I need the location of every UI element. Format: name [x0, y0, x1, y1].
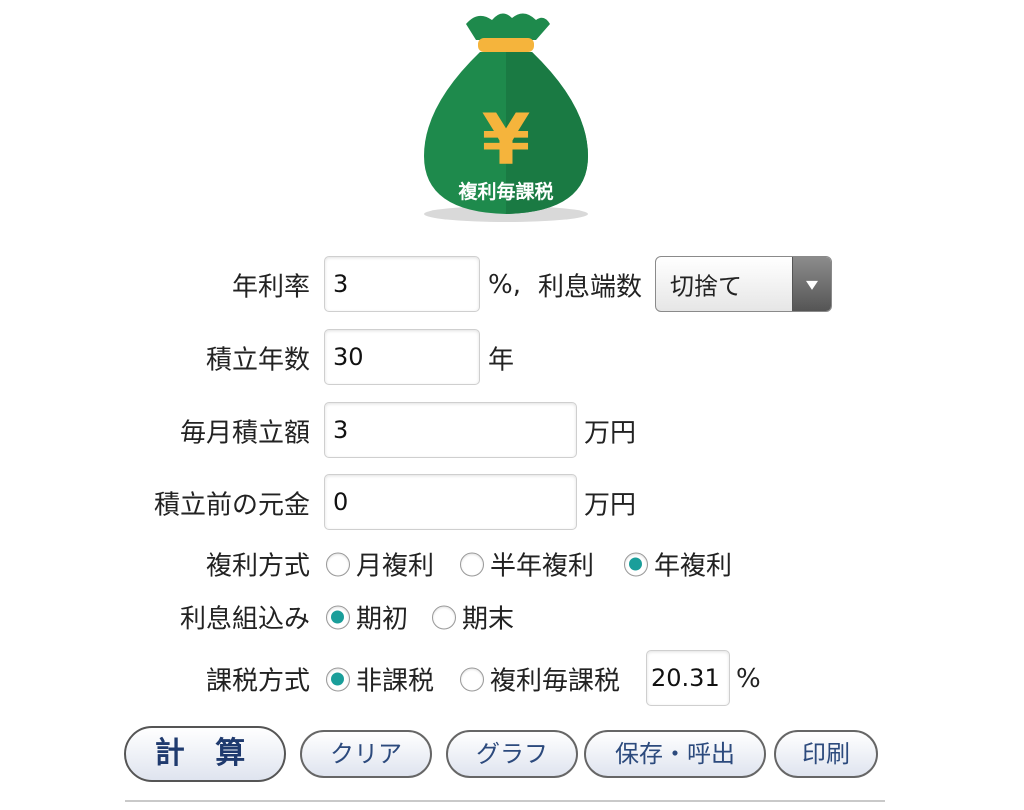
monthly-input[interactable]: 3 — [324, 402, 577, 458]
tax-label: 課税方式 — [205, 666, 310, 697]
tax-option-each[interactable]: 複利毎課税 — [460, 661, 620, 698]
compounding-row: 複利方式 月複利 半年複利 年複利 — [0, 535, 1024, 593]
rate-input[interactable]: 3 — [324, 256, 480, 312]
timing-label: 利息組込み — [179, 604, 310, 635]
radio-selected-icon[interactable] — [326, 605, 350, 629]
chevron-down-icon[interactable] — [792, 257, 831, 311]
radio-icon[interactable] — [460, 667, 484, 691]
save-load-button[interactable]: 保存・呼出 — [584, 730, 766, 778]
monthly-row: 毎月積立額 3 万円 — [0, 402, 1024, 460]
yen-symbol: ¥ — [482, 99, 531, 181]
rate-row: 年利率 3 %, 利息端数 切捨て — [0, 256, 1024, 314]
timing-option-start[interactable]: 期初 — [326, 599, 408, 636]
monthly-label: 毎月積立額 — [179, 418, 310, 449]
radio-icon[interactable] — [432, 605, 456, 629]
years-input[interactable]: 30 — [324, 329, 480, 385]
option-label: 期末 — [462, 604, 515, 635]
radio-icon[interactable] — [460, 552, 484, 576]
radio-selected-icon[interactable] — [624, 552, 648, 576]
years-label: 積立年数 — [205, 345, 310, 376]
rounding-label: 利息端数 — [538, 272, 643, 303]
monthly-unit: 万円 — [584, 418, 637, 449]
tax-row: 課税方式 非課税 複利毎課税 20.31 % — [0, 650, 1024, 708]
clear-button[interactable]: クリア — [300, 730, 432, 778]
timing-row: 利息組込み 期初 期末 — [0, 588, 1024, 646]
radio-selected-icon[interactable] — [326, 667, 350, 691]
years-unit: 年 — [488, 345, 515, 376]
divider — [125, 800, 885, 802]
compounding-option-monthly[interactable]: 月複利 — [326, 546, 434, 583]
radio-icon[interactable] — [326, 552, 350, 576]
calculate-button[interactable]: 計 算 — [124, 726, 286, 782]
money-bag-yen-icon: ¥ 複利毎課税 — [424, 13, 588, 222]
timing-option-end[interactable]: 期末 — [432, 599, 514, 636]
option-label: 複利毎課税 — [490, 666, 621, 697]
option-label: 非課税 — [356, 666, 435, 697]
tax-rate-unit: % — [736, 664, 761, 694]
tax-option-none[interactable]: 非課税 — [326, 661, 434, 698]
years-row: 積立年数 30 年 — [0, 329, 1024, 387]
principal-label: 積立前の元金 — [153, 490, 310, 521]
compounding-label: 複利方式 — [205, 551, 310, 582]
rate-label: 年利率 — [231, 272, 310, 303]
principal-row: 積立前の元金 0 万円 — [0, 474, 1024, 532]
rounding-selected-value: 切捨て — [670, 272, 742, 301]
compounding-option-semiannual[interactable]: 半年複利 — [460, 546, 594, 583]
option-label: 期初 — [356, 604, 409, 635]
graph-button[interactable]: グラフ — [446, 730, 578, 778]
compounding-option-annual[interactable]: 年複利 — [624, 546, 732, 583]
principal-input[interactable]: 0 — [324, 474, 577, 530]
rate-unit: %, — [488, 270, 521, 300]
option-label: 半年複利 — [490, 551, 595, 582]
option-label: 月複利 — [356, 551, 435, 582]
option-label: 年複利 — [654, 551, 733, 582]
tax-rate-input[interactable]: 20.31 — [646, 650, 730, 706]
print-button[interactable]: 印刷 — [774, 730, 878, 778]
rounding-select[interactable]: 切捨て — [655, 256, 832, 312]
bag-caption: 複利毎課税 — [457, 180, 553, 203]
principal-unit: 万円 — [584, 490, 637, 521]
